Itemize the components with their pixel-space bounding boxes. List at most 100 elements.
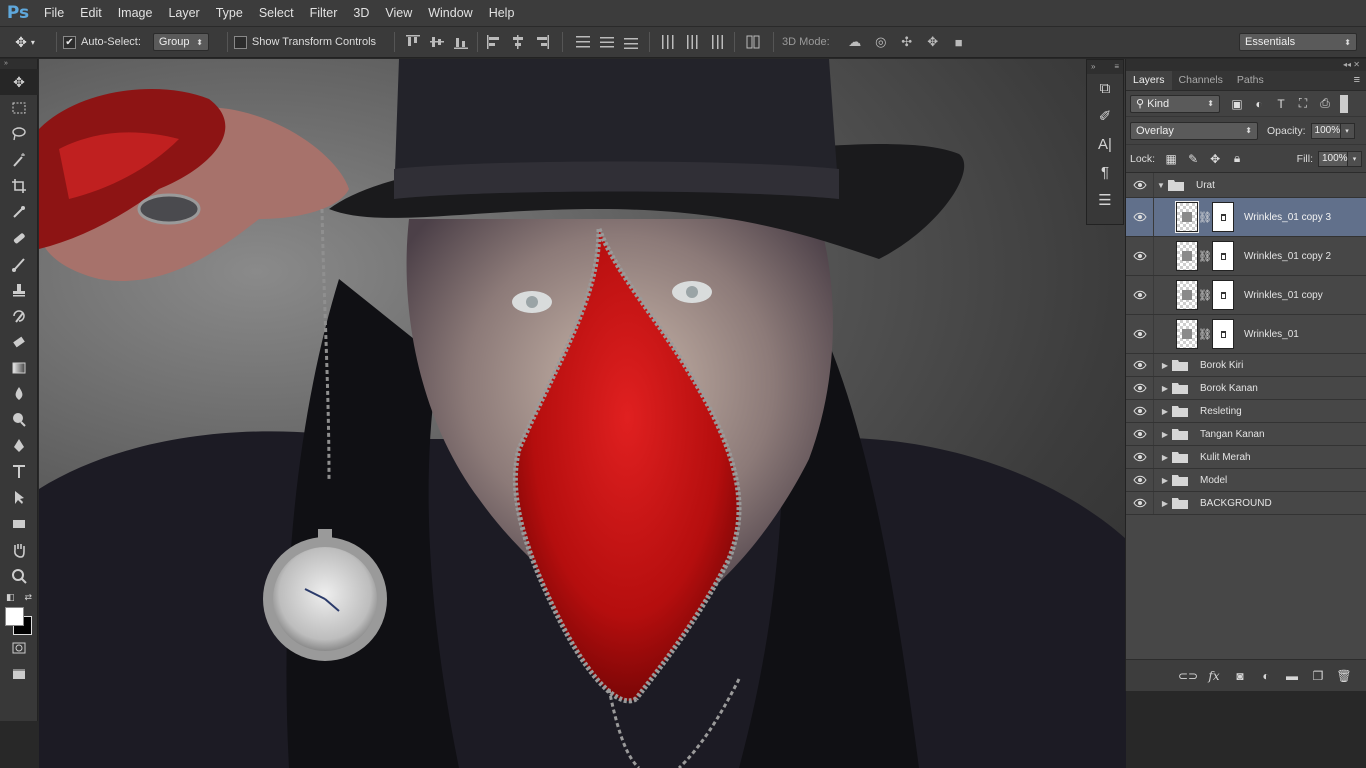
menu-file[interactable]: File — [36, 0, 72, 26]
align-vertical-center-icon[interactable] — [427, 32, 447, 52]
visibility-eye-icon[interactable] — [1126, 173, 1154, 197]
visibility-eye-icon[interactable] — [1126, 423, 1154, 445]
rectangle-tool-icon[interactable] — [0, 511, 38, 537]
crop-tool-icon[interactable] — [0, 173, 38, 199]
link-icon[interactable]: ⛓ — [1198, 289, 1212, 302]
blend-mode-dropdown[interactable]: Overlay ⬍ — [1130, 121, 1258, 140]
menu-layer[interactable]: Layer — [160, 0, 207, 26]
properties-panel-icon[interactable]: ☰ — [1087, 186, 1123, 214]
move-tool-icon[interactable]: ✥ — [0, 69, 38, 95]
panel-menu-icon[interactable]: ≡ — [1354, 71, 1366, 90]
chevron-right-icon[interactable]: ▶ — [1158, 430, 1172, 439]
magic-wand-tool-icon[interactable] — [0, 147, 38, 173]
menu-type[interactable]: Type — [208, 0, 251, 26]
link-icon[interactable]: ⛓ — [1198, 211, 1212, 224]
visibility-eye-icon[interactable] — [1126, 198, 1154, 236]
3d-roll-icon[interactable]: ◎ — [869, 32, 893, 52]
auto-align-layers-icon[interactable] — [743, 32, 763, 52]
eraser-tool-icon[interactable] — [0, 329, 38, 355]
link-icon[interactable]: ⛓ — [1198, 328, 1212, 341]
fill-slider-toggle[interactable]: ▾ — [1348, 150, 1362, 167]
new-layer-icon[interactable]: ❐ — [1305, 665, 1331, 687]
chevron-right-icon[interactable]: ▶ — [1158, 499, 1172, 508]
history-brush-tool-icon[interactable] — [0, 303, 38, 329]
layer-row-wrinkles-copy-2[interactable]: ⛓ Wrinkles_01 copy 2 — [1126, 237, 1366, 276]
quick-mask-icon[interactable] — [0, 635, 38, 661]
visibility-eye-icon[interactable] — [1126, 237, 1154, 275]
layer-row-wrinkles[interactable]: ⛓ Wrinkles_01 — [1126, 315, 1366, 354]
visibility-eye-icon[interactable] — [1126, 315, 1154, 353]
layer-thumbnail[interactable] — [1176, 241, 1198, 271]
filter-pixel-icon[interactable]: ▣ — [1226, 94, 1248, 114]
opacity-slider-toggle[interactable]: ▾ — [1340, 122, 1355, 139]
menu-help[interactable]: Help — [481, 0, 523, 26]
3d-rotate-icon[interactable]: ☁ — [843, 32, 867, 52]
type-tool-icon[interactable] — [0, 459, 38, 485]
visibility-eye-icon[interactable] — [1126, 469, 1154, 491]
toolbar-collapse-icon[interactable]: » — [0, 59, 37, 69]
visibility-eye-icon[interactable] — [1126, 377, 1154, 399]
opacity-input[interactable]: 100% — [1310, 122, 1341, 139]
paragraph-panel-icon[interactable]: ¶ — [1087, 158, 1123, 186]
auto-select-checkbox[interactable]: ✔ — [63, 35, 76, 49]
pen-tool-icon[interactable] — [0, 433, 38, 459]
layer-group-kulit-merah[interactable]: ▶ Kulit Merah — [1126, 446, 1366, 469]
layer-group-borok-kiri[interactable]: ▶ Borok Kiri — [1126, 354, 1366, 377]
character-panel-icon[interactable]: A| — [1087, 130, 1123, 158]
chevron-down-icon[interactable]: ▼ — [1154, 181, 1168, 190]
lasso-tool-icon[interactable] — [0, 121, 38, 147]
visibility-eye-icon[interactable] — [1126, 354, 1154, 376]
history-panel-icon[interactable]: ⧉ — [1087, 74, 1123, 102]
layer-group-tangan-kanan[interactable]: ▶ Tangan Kanan — [1126, 423, 1366, 446]
lock-transparent-icon[interactable]: ▦ — [1160, 149, 1182, 169]
filter-toggle-switch[interactable] — [1340, 94, 1348, 113]
trash-icon[interactable]: 🗑︎ — [1331, 665, 1357, 687]
visibility-eye-icon[interactable] — [1126, 492, 1154, 514]
layer-mask-thumbnail[interactable] — [1212, 319, 1234, 349]
layer-thumbnail[interactable] — [1176, 280, 1198, 310]
3d-scale-icon[interactable]: ■ — [947, 32, 971, 52]
menu-window[interactable]: Window — [420, 0, 480, 26]
show-transform-controls-checkbox[interactable] — [233, 35, 247, 49]
menu-view[interactable]: View — [377, 0, 420, 26]
layer-group-background[interactable]: ▶ BACKGROUND — [1126, 492, 1366, 515]
filter-adjustment-icon[interactable]: ◐ — [1248, 94, 1270, 114]
panel-collapse-bar[interactable]: ◂◂ ✕ — [1126, 59, 1366, 71]
align-top-icon[interactable] — [403, 32, 423, 52]
add-mask-icon[interactable]: ◙ — [1227, 665, 1253, 687]
filter-smart-object-icon[interactable]: ⎙ — [1314, 94, 1336, 114]
expand-dock-icon[interactable]: » — [1091, 60, 1095, 74]
zoom-tool-icon[interactable] — [0, 563, 38, 589]
menu-select[interactable]: Select — [251, 0, 302, 26]
chevron-right-icon[interactable]: ▶ — [1158, 407, 1172, 416]
eyedropper-tool-icon[interactable] — [0, 199, 38, 225]
visibility-eye-icon[interactable] — [1126, 276, 1154, 314]
align-left-icon[interactable] — [484, 32, 504, 52]
tab-channels[interactable]: Channels — [1172, 71, 1230, 90]
fill-input[interactable]: 100% — [1318, 150, 1348, 167]
align-right-icon[interactable] — [532, 32, 552, 52]
layer-thumbnail[interactable] — [1176, 319, 1198, 349]
document-canvas[interactable] — [39, 59, 1126, 768]
hand-tool-icon[interactable] — [0, 537, 38, 563]
visibility-eye-icon[interactable] — [1126, 446, 1154, 468]
adjustment-layer-icon[interactable]: ◐ — [1253, 665, 1279, 687]
lock-position-icon[interactable]: ✥ — [1204, 149, 1226, 169]
lock-image-pixels-icon[interactable]: ✎ — [1182, 149, 1204, 169]
3d-pan-icon[interactable]: ✣ — [895, 32, 919, 52]
filter-type-icon[interactable]: T — [1270, 94, 1292, 114]
3d-slide-icon[interactable]: ✥ — [921, 32, 945, 52]
brush-presets-panel-icon[interactable]: ✐ — [1087, 102, 1123, 130]
layer-row-wrinkles-copy[interactable]: ⛓ Wrinkles_01 copy — [1126, 276, 1366, 315]
menu-3d[interactable]: 3D — [345, 0, 377, 26]
auto-select-dropdown[interactable]: Group ⬍ — [152, 33, 209, 51]
tool-preset-picker[interactable]: ✥ ▾ — [0, 27, 50, 57]
link-layers-icon[interactable]: ⊂⊃ — [1175, 665, 1201, 687]
lock-all-icon[interactable]: 🔒︎ — [1226, 149, 1248, 169]
menu-image[interactable]: Image — [110, 0, 161, 26]
filter-kind-dropdown[interactable]: ⚲ Kind ⬍ — [1130, 94, 1220, 113]
swap-colors-icon[interactable]: ⇄ — [24, 592, 32, 603]
layer-style-fx-icon[interactable]: fx — [1201, 665, 1227, 687]
marquee-tool-icon[interactable] — [0, 95, 38, 121]
distribute-top-icon[interactable] — [573, 32, 593, 52]
